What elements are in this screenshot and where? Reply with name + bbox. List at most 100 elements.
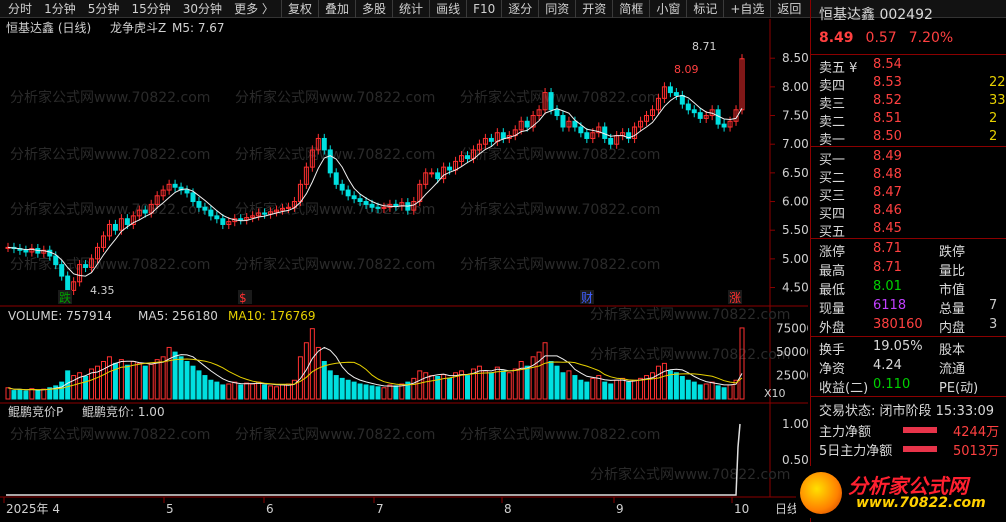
last-price: 8.49 bbox=[819, 30, 854, 46]
volume-bar bbox=[339, 377, 345, 400]
toolbar-button-6[interactable]: 逐分 bbox=[501, 0, 538, 18]
candle-body bbox=[608, 137, 614, 145]
period-tab-4[interactable]: 30分钟 bbox=[183, 0, 222, 17]
toolbar-button-3[interactable]: 统计 bbox=[392, 0, 429, 18]
candle-body bbox=[673, 92, 679, 96]
volume-bar bbox=[482, 370, 488, 400]
candle-body bbox=[345, 189, 351, 197]
candle-body bbox=[464, 155, 470, 160]
candle-body bbox=[333, 172, 339, 185]
toolbar-button-11[interactable]: 标记 bbox=[686, 0, 723, 18]
indicator-tick-label: 1.00 bbox=[782, 417, 808, 431]
volume-bar bbox=[184, 361, 190, 400]
candle-body bbox=[602, 126, 608, 139]
candle-body bbox=[351, 195, 357, 200]
chart-header-ma: M5: 7.67 bbox=[172, 21, 225, 35]
volume-bar bbox=[411, 377, 417, 400]
peak-price-label: 8.09 bbox=[674, 63, 699, 76]
volume-bar bbox=[697, 384, 703, 400]
toolbar-button-5[interactable]: F10 bbox=[466, 0, 501, 18]
price-tick-label: 4.50 bbox=[782, 281, 808, 295]
volume-bar bbox=[17, 389, 23, 400]
period-tab-3[interactable]: 15分钟 bbox=[131, 0, 170, 17]
volume-bar bbox=[130, 361, 136, 400]
candle-body bbox=[47, 249, 53, 257]
toolbar-button-8[interactable]: 开资 bbox=[575, 0, 612, 18]
volume-bar bbox=[721, 387, 727, 400]
price-axis: 8.50 8.00 7.50 7.00 6.50 6.00 5.50 5.00 4.50 bbox=[770, 51, 808, 295]
logo-url: www.70822.com bbox=[856, 495, 986, 511]
high-price-label: 8.71 bbox=[692, 40, 717, 53]
volume-bar bbox=[250, 383, 256, 400]
toolbar-button-7[interactable]: 同资 bbox=[538, 0, 575, 18]
toolbar-button-0[interactable]: 复权 bbox=[281, 0, 318, 18]
volume-bar bbox=[303, 342, 309, 400]
volume-bar bbox=[381, 387, 387, 400]
watermark-text: 分析家公式网www.70822.com bbox=[460, 256, 660, 273]
watermark-text: 分析家公式网www.70822.com bbox=[10, 426, 210, 443]
candle-body bbox=[357, 198, 363, 203]
chart-header-stock: 恒基达鑫 (日线) bbox=[6, 20, 91, 35]
candle-body bbox=[262, 212, 268, 215]
watermark-text: 分析家公式网www.70822.com bbox=[590, 466, 790, 483]
period-tab-2[interactable]: 5分钟 bbox=[88, 0, 120, 17]
candle-body bbox=[578, 126, 584, 134]
toolbar-button-10[interactable]: 小窗 bbox=[649, 0, 686, 18]
volume-bar bbox=[739, 327, 745, 400]
volume-bar bbox=[632, 379, 638, 400]
volume-bar bbox=[518, 361, 524, 400]
watermark-text: 分析家公式网www.70822.com bbox=[590, 346, 790, 363]
bids-row: 买一 8.49 bbox=[819, 149, 902, 168]
asks-row: 卖四 8.53 22 bbox=[819, 75, 1006, 94]
volume-bar bbox=[262, 384, 268, 400]
volume-bar bbox=[345, 379, 351, 400]
candle-body bbox=[327, 149, 333, 174]
candle-body bbox=[667, 86, 673, 94]
toolbar-button-12[interactable]: +自选 bbox=[723, 0, 770, 18]
volume-bar bbox=[29, 388, 35, 400]
candle-body bbox=[220, 218, 226, 225]
period-tabs: 分时 1分钟 5分钟 15分钟 30分钟 更多 〉 bbox=[0, 0, 280, 17]
date-tick-label: 5 bbox=[166, 502, 174, 516]
stock-title: 恒基达鑫 002492 bbox=[819, 7, 933, 23]
watermark-text: 分析家公式网www.70822.com bbox=[10, 146, 210, 163]
volume-bar bbox=[393, 385, 399, 400]
candle-body bbox=[196, 201, 202, 208]
candle-body bbox=[59, 264, 65, 277]
toolbar-button-2[interactable]: 多股 bbox=[355, 0, 392, 18]
candle-body bbox=[339, 183, 345, 191]
toolbar-button-9[interactable]: 简框 bbox=[612, 0, 649, 18]
toolbar-button-13[interactable]: 返回 bbox=[770, 0, 807, 18]
volume-bar bbox=[100, 361, 106, 400]
candle-body bbox=[53, 255, 59, 266]
price-tick-label: 5.00 bbox=[782, 252, 808, 266]
period-tab-1[interactable]: 1分钟 bbox=[44, 0, 76, 17]
candle-body bbox=[685, 103, 691, 111]
toolbar-button-1[interactable]: 叠加 bbox=[318, 0, 355, 18]
volume-bar bbox=[124, 364, 130, 400]
volume-tick-label: 75000 bbox=[776, 322, 808, 336]
kline-chart[interactable]: 分析家公式网www.70822.com 分析家公式网www.70822.com 分析… bbox=[0, 19, 808, 522]
volume-bar bbox=[196, 370, 202, 400]
price-tick-label: 8.00 bbox=[782, 80, 808, 94]
ma-line bbox=[7, 94, 743, 277]
stats-row: 外盘 380160 内盘 3 bbox=[819, 317, 998, 336]
volume-bar bbox=[333, 375, 339, 400]
indicator-axis: 1.00 0.50 bbox=[782, 417, 808, 467]
volume-bar bbox=[614, 379, 620, 400]
volume-bar bbox=[488, 372, 494, 400]
volume-header-ma10: MA10: 176769 bbox=[228, 309, 316, 323]
watermark-text: 分析家公式网www.70822.com bbox=[460, 201, 660, 218]
toolbar-button-4[interactable]: 画线 bbox=[429, 0, 466, 18]
volume-bar bbox=[548, 361, 554, 400]
period-tab-5[interactable]: 更多 〉 bbox=[234, 0, 274, 17]
bids-row: 买三 8.47 bbox=[819, 185, 902, 204]
volume-bar bbox=[715, 385, 721, 400]
volume-bar bbox=[578, 379, 584, 400]
period-tab-0[interactable]: 分时 bbox=[8, 0, 32, 17]
volume-bar bbox=[506, 372, 512, 400]
date-tick-label: 6 bbox=[266, 502, 274, 516]
asks-row: 卖五 ¥8.54 bbox=[819, 57, 902, 76]
indicator-header-b: 鲲鹏竞价: 1.00 bbox=[82, 405, 165, 419]
candle-body bbox=[435, 172, 441, 180]
